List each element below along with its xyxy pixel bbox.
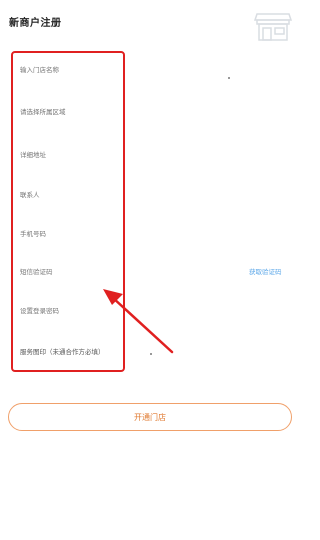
region-select-input[interactable] xyxy=(20,108,120,116)
divider-dot xyxy=(228,77,230,79)
address-input[interactable] xyxy=(20,151,120,159)
store-name-input[interactable] xyxy=(20,66,120,74)
get-code-button[interactable]: 获取验证码 xyxy=(249,266,282,276)
service-photo-label: 服务图印（未通合作方必填） xyxy=(20,348,105,356)
contact-input[interactable] xyxy=(20,191,120,199)
open-store-button[interactable]: 开通门店 xyxy=(8,403,292,431)
storefront-icon xyxy=(253,13,293,41)
sms-code-input[interactable] xyxy=(20,268,120,276)
page-title: 新商户注册 xyxy=(9,18,62,29)
annotation-highlight-box xyxy=(11,51,125,372)
phone-input[interactable] xyxy=(20,230,120,238)
store-name-field[interactable] xyxy=(20,59,290,81)
password-input[interactable] xyxy=(20,307,120,315)
password-field[interactable] xyxy=(20,300,290,322)
phone-field[interactable] xyxy=(20,223,290,245)
service-photo-field[interactable]: 服务图印（未通合作方必填） xyxy=(20,340,290,362)
address-field[interactable] xyxy=(20,144,290,166)
divider-dot xyxy=(150,353,152,355)
contact-field[interactable] xyxy=(20,184,290,206)
region-select-field[interactable] xyxy=(20,101,290,123)
